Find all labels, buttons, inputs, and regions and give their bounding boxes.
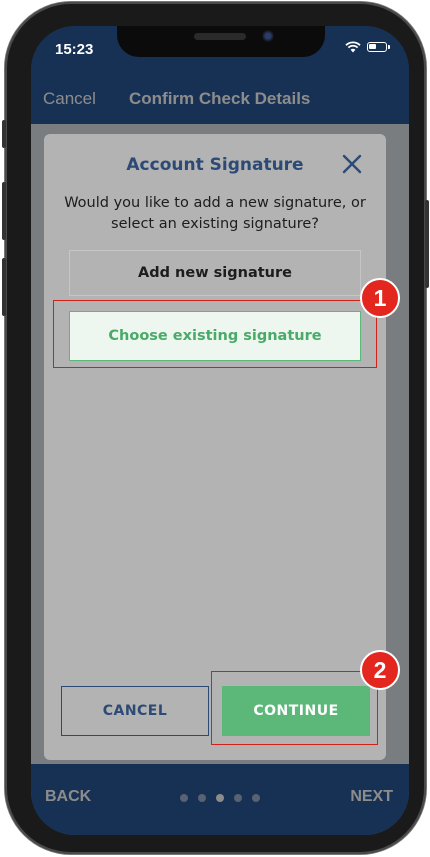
dialog-message: Would you like to add a new signature, o… <box>64 195 366 232</box>
volume-down-button <box>2 258 6 316</box>
annotation-badge-2: 2 <box>360 650 400 690</box>
mute-switch <box>2 120 6 148</box>
power-button <box>425 200 429 288</box>
status-time: 15:23 <box>55 41 94 58</box>
signature-dialog: Account Signature Would you like to add … <box>44 134 386 760</box>
dialog-title: Account Signature <box>126 155 304 175</box>
volume-up-button <box>2 182 6 240</box>
wifi-icon <box>345 41 361 53</box>
cancel-button[interactable]: CANCEL <box>61 686 209 736</box>
battery-icon <box>367 42 390 52</box>
status-icons <box>345 41 390 53</box>
notch <box>117 26 325 57</box>
speaker-grille <box>194 33 246 40</box>
add-new-signature-option[interactable]: Add new signature <box>69 250 361 296</box>
annotation-highlight-1 <box>53 300 377 368</box>
close-icon[interactable] <box>340 152 364 176</box>
annotation-badge-1: 1 <box>360 278 400 318</box>
annotation-highlight-2 <box>211 671 378 745</box>
front-camera <box>262 30 274 42</box>
